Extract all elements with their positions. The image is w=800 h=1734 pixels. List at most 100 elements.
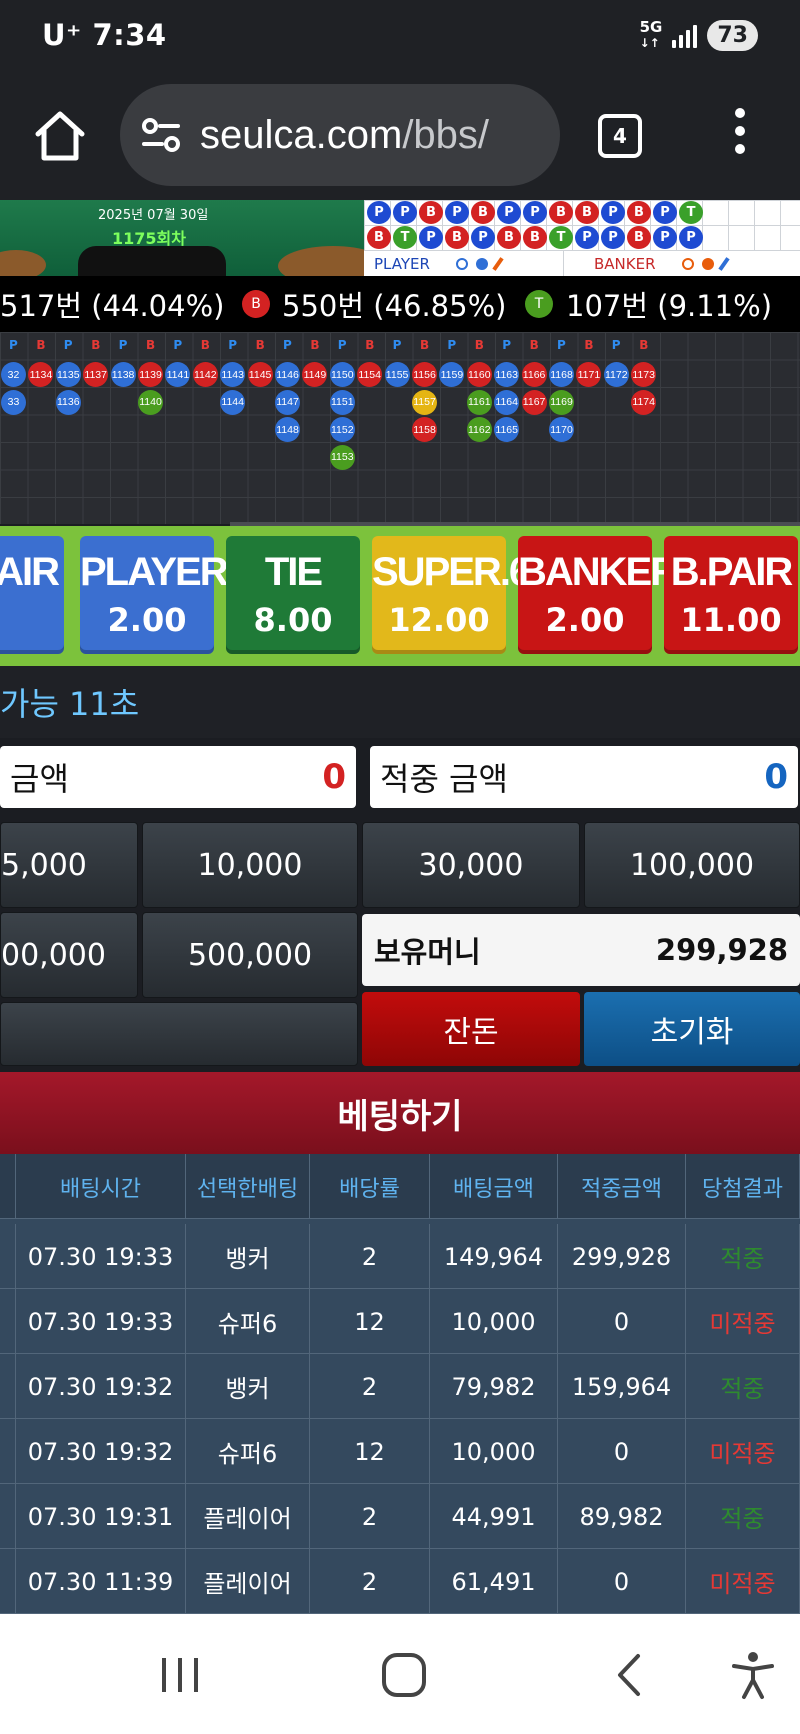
url-text[interactable]: seulca.com/bbs/ [200, 113, 489, 158]
recent-apps-icon[interactable] [150, 1650, 210, 1700]
table-row: 07.30 11:39 플레이어 2 61,491 0 미적중 [0, 1549, 800, 1614]
road-column-label: B [639, 338, 649, 352]
reset-button[interactable]: 초기화 [584, 992, 800, 1066]
road-column-label: B [36, 338, 46, 352]
road-column-label: B [365, 338, 375, 352]
bet-result: 미적중 [686, 1549, 800, 1614]
clock: 7:34 [92, 18, 167, 52]
win-amount: 0 [558, 1549, 686, 1614]
big-road-cell: T [549, 226, 573, 249]
bet-option-odds: .00 [0, 601, 64, 639]
table-row: 07.30 19:33 슈퍼6 12 10,000 0 미적중 [0, 1289, 800, 1354]
road-number-ball: 1146 [275, 362, 300, 387]
big-road-cell: P [393, 201, 417, 224]
big-road-cell: P [497, 201, 521, 224]
road-number-ball: 1174 [631, 389, 657, 415]
bet-option-name: B.PAIR [670, 550, 794, 594]
status-carrier-time: U⁺ 7:34 [42, 18, 167, 52]
bet-option-name: PLAYER [80, 550, 229, 594]
bet-odds: 2 [310, 1549, 430, 1614]
bet-option-banker[interactable]: BANKER 2.00 [518, 536, 679, 654]
road-number-ball: 1168 [549, 362, 574, 387]
url-host: seulca.com [200, 112, 403, 157]
road-number-ball: 1140 [138, 389, 163, 415]
holding-label: 보유머니 [374, 935, 481, 969]
road-column-label: P [228, 338, 237, 352]
change-button[interactable]: 잔돈 [362, 992, 580, 1066]
road-number-ball: 1169 [549, 389, 574, 415]
road-column-label: P [337, 338, 347, 352]
chip-partial[interactable]: 00,000 [0, 912, 138, 998]
road-number-ball: 1138 [110, 362, 136, 387]
bet-option-name: SUPER.6 [372, 550, 531, 594]
tie-stat: 107번 (9.11%) [566, 289, 773, 323]
road-column-label: B [529, 338, 539, 352]
bet-time: 07.30 19:33 [16, 1224, 186, 1289]
road-column-label: P [557, 338, 566, 352]
chip-empty-row [0, 1002, 358, 1066]
big-road-cell: P [653, 226, 677, 249]
bet-amount-value: 0 [322, 757, 346, 797]
chip-500000[interactable]: 500,000 [142, 912, 358, 998]
big-road-cell: P [445, 201, 469, 224]
road-column-label: B [200, 338, 210, 352]
road-number-ball: 1171 [576, 362, 602, 387]
table-header-row: 배팅시간 선택한배팅 배당률 배팅금액 적중금액 당첨결과 [0, 1154, 800, 1219]
bet-option-player[interactable]: PLAYER 2.00 [80, 536, 229, 654]
win-amount: 299,928 [558, 1224, 686, 1289]
road-number-ball: 1155 [384, 362, 410, 387]
holding-money: 보유머니 299,928 [362, 914, 800, 986]
holding-value: 299,928 [655, 933, 788, 967]
bet-amount: 10,000 [430, 1419, 558, 1484]
chip-30000[interactable]: 30,000 [362, 822, 580, 908]
status-bar: U⁺ 7:34 5G ↓↑ 73 [0, 0, 800, 76]
bet-pick: 플레이어 [186, 1484, 310, 1549]
bet-option-odds: 2.00 [545, 601, 625, 639]
row-spacer [0, 1354, 16, 1419]
bet-pick: 뱅커 [186, 1354, 310, 1419]
bet-odds: 12 [310, 1289, 430, 1354]
accessibility-icon[interactable] [728, 1650, 778, 1700]
chip-100000[interactable]: 100,000 [584, 822, 800, 908]
big-road-cell: P [679, 226, 703, 249]
tabs-icon[interactable]: 4 [598, 114, 642, 158]
bet-history-table: 배팅시간 선택한배팅 배당률 배팅금액 적중금액 당첨결과 07.30 19:33 뱅커 2 14… [0, 1154, 800, 1614]
url-path: /bbs/ [402, 112, 490, 157]
home-icon[interactable] [30, 106, 90, 166]
chip-10000[interactable]: 10,000 [142, 822, 358, 908]
road-column-label: B [91, 338, 101, 352]
big-road-cell: B [367, 226, 391, 249]
chip-5000[interactable]: 5,000 [0, 822, 138, 908]
place-bet-button[interactable]: 베팅하기 [0, 1072, 800, 1154]
big-road-cell: B [523, 226, 547, 249]
road-number-ball: 1160 [466, 362, 492, 387]
bet-option-super6[interactable]: SUPER.6 12.00 [372, 536, 531, 654]
road-number-ball: 1136 [55, 389, 81, 415]
status-icons: 5G ↓↑ 73 [640, 20, 758, 51]
big-road-cell: B [497, 226, 521, 249]
site-settings-icon[interactable] [140, 114, 182, 156]
table-header-cell: 선택한배팅 [186, 1154, 310, 1219]
bet-result: 적중 [686, 1484, 800, 1549]
bet-option-tie[interactable]: TIE 8.00 [226, 536, 360, 654]
home-nav-icon[interactable] [374, 1650, 434, 1700]
banker-badge: B [242, 290, 270, 318]
win-amount: 159,964 [558, 1354, 686, 1419]
win-amount-box: 적중 금액 0 [370, 746, 798, 808]
more-vert-icon[interactable] [728, 108, 752, 164]
address-bar[interactable]: seulca.com/bbs/ [120, 84, 560, 186]
row-spacer [0, 1224, 16, 1289]
road-column-label: P [611, 338, 621, 352]
road-column-label: B [474, 338, 484, 352]
bet-amount-box: 금액 0 [0, 746, 356, 808]
big-road-cell: B [627, 201, 651, 224]
back-icon[interactable] [600, 1650, 660, 1700]
bet-amount-label: 금액 [10, 760, 69, 798]
bet-odds: 2 [310, 1354, 430, 1419]
bet-option-bpair[interactable]: B.PAIR 11.00 [664, 536, 798, 654]
row-spacer [0, 1289, 16, 1354]
road-number-ball: 1148 [275, 417, 300, 442]
road-column-label: B [146, 338, 156, 352]
bet-option-air[interactable]: AIR .00 [0, 536, 64, 654]
row-spacer [0, 1419, 16, 1484]
